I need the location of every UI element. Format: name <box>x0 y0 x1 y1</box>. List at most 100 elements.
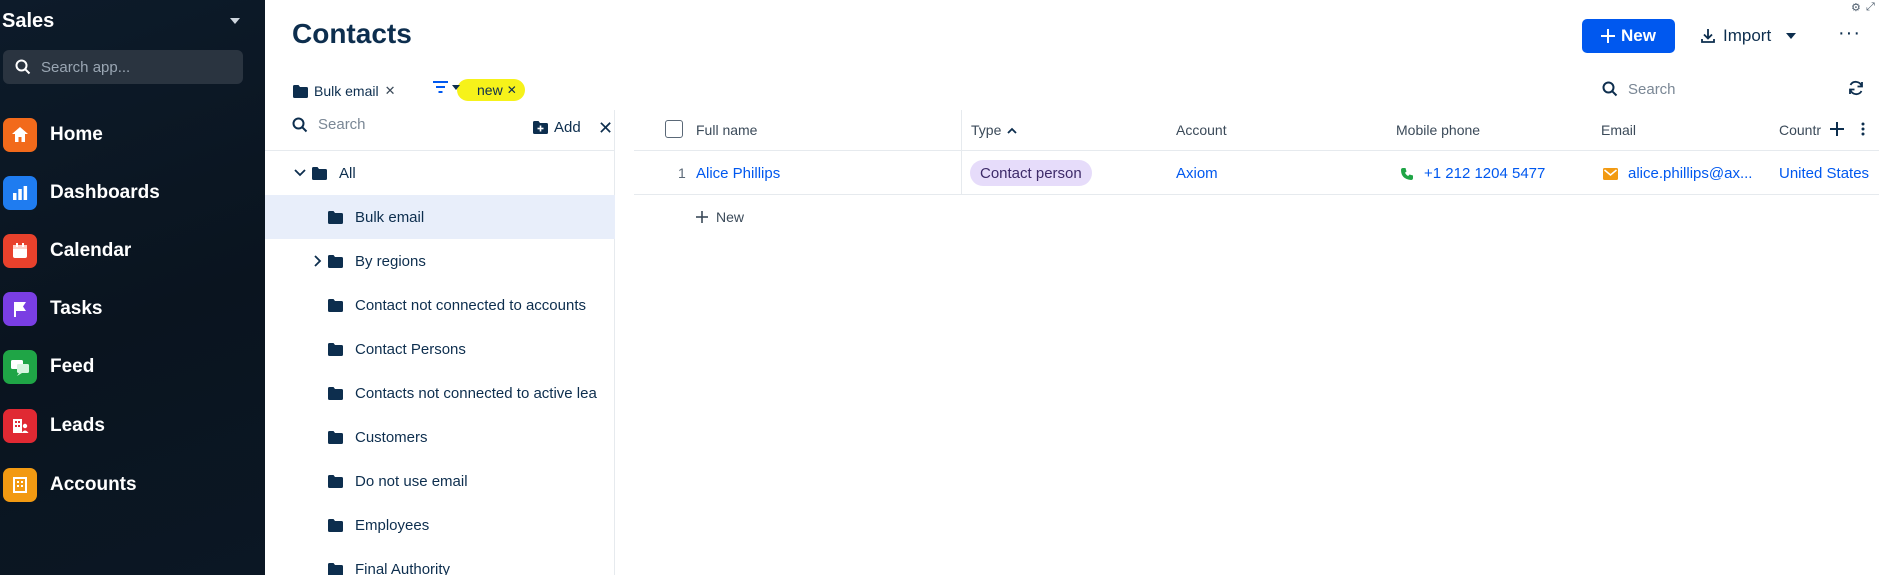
sidebar-item-label: Leads <box>50 415 105 436</box>
folder-icon <box>328 342 343 356</box>
folder-item-label: Do not use email <box>355 472 468 490</box>
folder-item-bulk-email[interactable]: Bulk email <box>265 195 615 239</box>
home-icon <box>3 118 37 152</box>
chevron-down-icon[interactable] <box>293 169 307 177</box>
column-header-mobile-phone[interactable]: Mobile phone <box>1396 122 1480 138</box>
import-button-label: Import <box>1723 26 1772 45</box>
sidebar: Sales Home Dashboards Calendar <box>0 0 265 575</box>
app-search-input[interactable] <box>41 58 231 76</box>
sidebar-item-dashboards[interactable]: Dashboards <box>3 173 261 213</box>
folder-item-label: Customers <box>355 428 428 446</box>
filter-icon <box>433 81 448 93</box>
folder-filter-label: Bulk email <box>314 83 379 99</box>
folder-item-label: By regions <box>355 252 426 270</box>
close-icon[interactable]: ✕ <box>385 83 396 99</box>
folder-item-label: Contact Persons <box>355 340 466 358</box>
add-column-icon[interactable] <box>1830 122 1844 136</box>
folder-icon <box>328 210 343 224</box>
email-cell[interactable]: alice.phillips@ax... <box>1603 165 1752 182</box>
folder-item-contact-persons[interactable]: Contact Persons <box>265 327 615 371</box>
page-title: Contacts <box>292 18 412 49</box>
add-new-row-button[interactable]: New <box>696 209 744 225</box>
folder-search-input[interactable] <box>318 116 518 133</box>
more-options-icon[interactable]: ··· <box>1838 22 1861 45</box>
folder-icon <box>328 430 343 444</box>
folder-item-label: Contacts not connected to active lea <box>355 384 597 402</box>
folder-item-contacts-not-connected-to-active-leads[interactable]: Contacts not connected to active lea <box>265 371 615 415</box>
add-folder-button[interactable]: Add <box>533 119 581 136</box>
mobile-phone-cell[interactable]: +1 212 1204 5477 <box>1400 165 1545 182</box>
add-folder-icon <box>533 121 548 134</box>
import-button[interactable]: Import <box>1700 19 1797 53</box>
tag-filter-chip[interactable]: new ✕ <box>457 79 525 101</box>
sidebar-item-feed[interactable]: Feed <box>3 347 261 387</box>
column-header-account[interactable]: Account <box>1176 122 1227 138</box>
column-header-type[interactable]: Type <box>971 122 1017 138</box>
email-icon <box>1603 167 1618 180</box>
search-icon <box>1602 81 1618 97</box>
folder-item-label: Bulk email <box>355 208 425 226</box>
list-search-input[interactable] <box>1628 80 1808 98</box>
sidebar-item-tasks[interactable]: Tasks <box>3 289 261 329</box>
folder-item-do-not-use-email[interactable]: Do not use email <box>265 459 615 503</box>
sidebar-item-label: Tasks <box>50 298 103 319</box>
folder-item-label: Contact not connected to accounts <box>355 296 586 314</box>
column-header-country[interactable]: Countr <box>1779 122 1821 138</box>
list-search[interactable] <box>1602 78 1822 100</box>
folder-icon <box>328 386 343 400</box>
close-icon[interactable]: ✕ <box>598 118 613 139</box>
folder-item-final-authority[interactable]: Final Authority <box>265 547 615 575</box>
folder-item-all[interactable]: All <box>265 151 615 195</box>
plus-icon <box>1601 29 1616 43</box>
sidebar-item-accounts[interactable]: Accounts <box>3 465 261 505</box>
sidebar-item-label: Calendar <box>50 240 132 261</box>
folder-icon <box>328 562 343 575</box>
table-header: Full name Type Account Mobile phone Emai… <box>634 110 1879 151</box>
folder-icon <box>293 84 308 98</box>
refresh-icon[interactable] <box>1848 80 1864 96</box>
table-row[interactable]: 1 Alice Phillips Contact person Axiom +1… <box>634 151 1879 195</box>
folder-item-employees[interactable]: Employees <box>265 503 615 547</box>
folder-item-by-regions[interactable]: By regions <box>265 239 615 283</box>
column-options-icon[interactable] <box>1861 122 1865 136</box>
sidebar-item-label: Feed <box>50 356 95 377</box>
column-header-email[interactable]: Email <box>1601 122 1636 138</box>
chevron-down-icon[interactable] <box>1786 33 1797 39</box>
mobile-phone-link[interactable]: +1 212 1204 5477 <box>1424 165 1545 182</box>
column-header-full-name[interactable]: Full name <box>696 122 757 138</box>
country-link[interactable]: United States <box>1779 165 1869 182</box>
sidebar-item-label: Accounts <box>50 474 137 495</box>
contact-name-link[interactable]: Alice Phillips <box>696 165 780 182</box>
folder-item-label: Final Authority <box>355 560 451 575</box>
app-name: Sales <box>2 9 55 32</box>
filter-button[interactable] <box>433 81 460 94</box>
folder-item-contact-not-connected-to-accounts[interactable]: Contact not connected to accounts <box>265 283 615 327</box>
folder-item-customers[interactable]: Customers <box>265 415 615 459</box>
expand-icon[interactable]: ⤢ <box>1866 1 1875 14</box>
app-search[interactable] <box>3 50 243 84</box>
new-button-label: New <box>1621 26 1656 45</box>
chevron-right-icon[interactable] <box>311 255 325 267</box>
building-icon <box>3 468 37 502</box>
chevron-down-icon <box>230 18 240 24</box>
folder-icon <box>328 298 343 312</box>
app-switcher[interactable]: Sales <box>2 8 242 34</box>
folder-filter-chip[interactable]: Bulk email ✕ <box>293 80 396 102</box>
close-icon[interactable]: ✕ <box>507 83 517 97</box>
sort-ascending-icon <box>1007 127 1017 134</box>
flag-icon <box>3 292 37 326</box>
add-folder-label: Add <box>554 119 581 136</box>
select-all-checkbox[interactable] <box>665 120 683 138</box>
bar-chart-icon <box>3 176 37 210</box>
sidebar-item-home[interactable]: Home <box>3 115 261 155</box>
sidebar-item-leads[interactable]: Leads <box>3 406 261 446</box>
account-link[interactable]: Axiom <box>1176 165 1218 182</box>
email-link[interactable]: alice.phillips@ax... <box>1628 165 1752 182</box>
new-button[interactable]: New <box>1582 19 1675 53</box>
sidebar-item-calendar[interactable]: Calendar <box>3 231 261 271</box>
folder-search[interactable] <box>292 116 518 133</box>
tag-filter-label: new <box>477 82 503 98</box>
settings-icon[interactable]: ⚙ <box>1851 1 1861 14</box>
plus-icon <box>696 211 708 223</box>
chevron-down-icon <box>452 85 460 90</box>
